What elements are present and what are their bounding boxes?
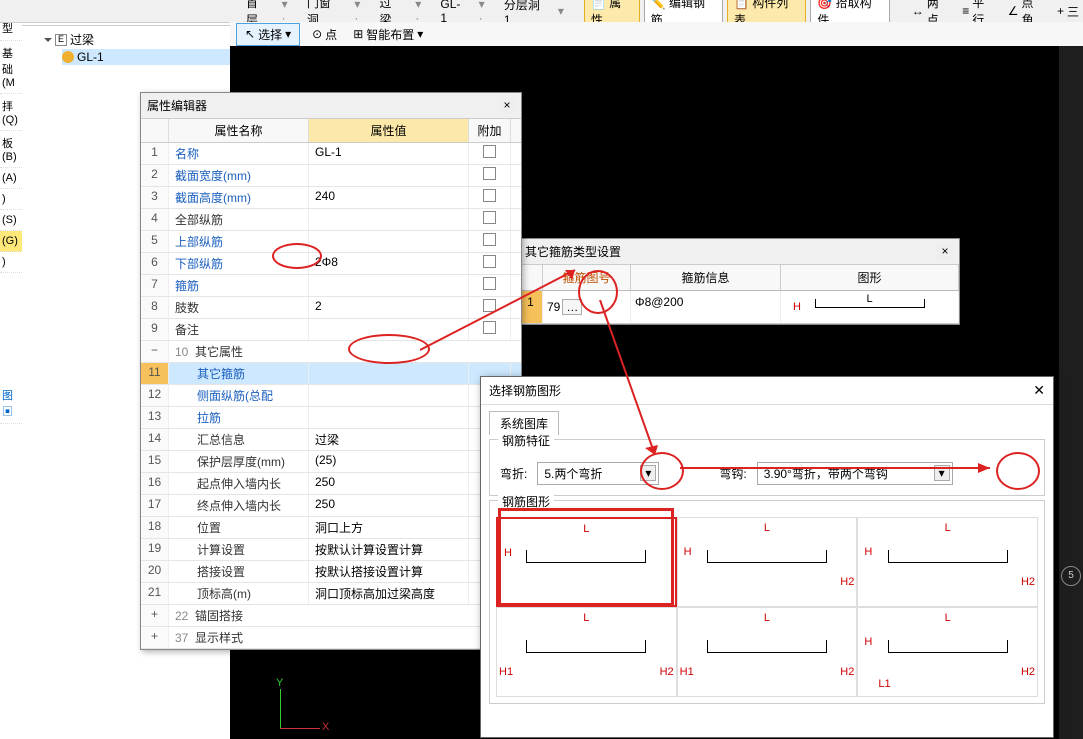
rebar-shape-option[interactable]: LH1H2: [677, 607, 858, 697]
property-row[interactable]: 20搭接设置按默认搭接设置计算: [141, 561, 521, 583]
property-row[interactable]: 3截面高度(mm)240: [141, 187, 521, 209]
close-icon[interactable]: ×: [937, 244, 953, 260]
property-row[interactable]: 8肢数2: [141, 297, 521, 319]
breadcrumb-bar: 首层▾ · 门窗洞▾ · 过梁▾ · GL-1▾ · 分层洞1▾ 📄 属性 ✏️…: [0, 0, 1083, 23]
property-row[interactable]: 12侧面纵筋(总配: [141, 385, 521, 407]
property-row[interactable]: 19计算设置按默认计算设置计算: [141, 539, 521, 561]
rebar-shape-option[interactable]: LH: [496, 517, 677, 607]
bend-label: 弯折:: [500, 465, 527, 482]
three-button[interactable]: + 三: [1053, 1, 1083, 22]
select-tool[interactable]: ↖ 选择 ▾: [236, 23, 300, 46]
property-row[interactable]: 14汇总信息过梁: [141, 429, 521, 451]
col-add: 附加: [469, 119, 511, 142]
property-editor-title: 属性编辑器: [147, 97, 207, 114]
property-row[interactable]: 6下部纵筋2Φ8: [141, 253, 521, 275]
browse-button[interactable]: …: [562, 299, 582, 315]
property-row[interactable]: 2截面宽度(mm): [141, 165, 521, 187]
col-stirrup-no: 箍筋图号: [543, 265, 631, 290]
ruler-mark-5: 5: [1061, 566, 1081, 586]
rebar-shape-option[interactable]: LH1H2: [496, 607, 677, 697]
rebar-shape-dialog: 选择钢筋图形✕ 系统图库 钢筋特征 弯折: 5.两个弯折▾ 弯钩: 3.90°弯…: [480, 376, 1054, 738]
close-icon[interactable]: ×: [499, 98, 515, 114]
property-row[interactable]: 5上部纵筋: [141, 231, 521, 253]
rebar-shape-option[interactable]: LHH2: [857, 517, 1038, 607]
stirrup-dialog-title: 其它箍筋类型设置: [525, 243, 621, 260]
right-ruler: 5: [1059, 46, 1083, 739]
stirrup-row[interactable]: 1 79… Φ8@200 HL: [519, 291, 959, 324]
rebar-shape-option[interactable]: LHH2: [677, 517, 858, 607]
property-row[interactable]: 17终点伸入墙内长250: [141, 495, 521, 517]
property-row[interactable]: 13拉筋: [141, 407, 521, 429]
property-row[interactable]: 18位置洞口上方: [141, 517, 521, 539]
smart-layout-tool[interactable]: ⊞ 智能布置 ▾: [349, 24, 427, 45]
tree-node-lintel[interactable]: E过梁: [44, 30, 230, 49]
chevron-down-icon[interactable]: ▾: [934, 465, 950, 481]
property-editor-window: 属性编辑器 × 属性名称 属性值 附加 1名称GL-12截面宽度(mm)3截面高度…: [140, 92, 522, 650]
hook-combo[interactable]: 3.90°弯折，带两个弯钩▾: [757, 462, 953, 485]
point-tool[interactable]: ⊙ 点: [308, 24, 341, 45]
property-row[interactable]: 11其它箍筋: [141, 363, 521, 385]
chevron-down-icon[interactable]: ▾: [640, 465, 656, 481]
shapes-legend: 钢筋图形: [498, 493, 554, 510]
property-row[interactable]: 9备注: [141, 319, 521, 341]
rebar-shape-option[interactable]: LHH2L1: [857, 607, 1038, 697]
property-row[interactable]: 15保护层厚度(mm)(25): [141, 451, 521, 473]
close-icon[interactable]: ✕: [1033, 382, 1045, 399]
stirrup-shape-icon: HL: [785, 295, 954, 319]
property-row[interactable]: 16起点伸入墙内长250: [141, 473, 521, 495]
col-name: 属性名称: [169, 119, 309, 142]
col-value: 属性值: [309, 119, 469, 142]
tree-node-gl1[interactable]: GL-1: [62, 49, 230, 65]
property-row[interactable]: 7箍筋: [141, 275, 521, 297]
feature-legend: 钢筋特征: [498, 432, 554, 449]
col-stirrup-shape: 图形: [781, 265, 959, 290]
property-row[interactable]: 4全部纵筋: [141, 209, 521, 231]
tool-bar: ↖ 选择 ▾ ⊙ 点 ⊞ 智能布置 ▾: [230, 22, 1083, 47]
hook-label: 弯钩:: [719, 465, 746, 482]
stirrup-type-dialog: 其它箍筋类型设置 × 箍筋图号 箍筋信息 图形 1 79… Φ8@200 HL: [518, 238, 960, 325]
property-row[interactable]: 1名称GL-1: [141, 143, 521, 165]
rebar-dialog-title: 选择钢筋图形: [489, 382, 561, 399]
bend-combo[interactable]: 5.两个弯折▾: [537, 462, 659, 485]
col-stirrup-info: 箍筋信息: [631, 265, 781, 290]
left-category-strip: 类型 基础(M 拝(Q) 板(B) (A) ) (S) (G) ) 图▣: [0, 0, 23, 739]
property-row[interactable]: 21顶标高(m)洞口顶标高加过梁高度: [141, 583, 521, 605]
